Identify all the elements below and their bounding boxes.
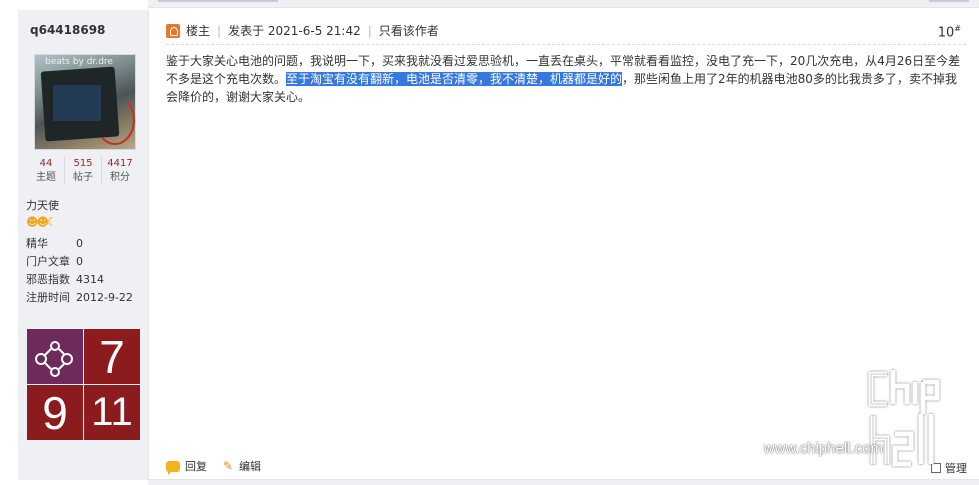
stat-topics-label: 主题 <box>36 172 56 183</box>
avatar-brand-text: beats by dr.dre <box>45 57 113 67</box>
user-rank[interactable]: 力天使 <box>26 197 59 213</box>
medal-grid: 7 9 11 <box>27 329 141 441</box>
reply-button[interactable]: 回复 <box>185 458 207 474</box>
info-row: 邪恶指数 4314 <box>26 271 146 289</box>
stat-points-count[interactable]: 4417 <box>102 157 138 171</box>
info-value: 0 <box>76 255 83 268</box>
info-value: 0 <box>76 237 83 250</box>
moon-icon: ☾ <box>47 215 58 229</box>
rank-stars: ☻☻☾ <box>26 215 58 229</box>
post-actions: 回复 ✎ 编辑 <box>166 458 261 475</box>
stat-topics-count[interactable]: 44 <box>28 157 64 171</box>
info-row: 门户文章 0 <box>26 253 146 271</box>
watermark-url: www.chiphell.com <box>763 440 883 457</box>
left-margin <box>0 0 18 485</box>
divider: | <box>367 23 372 38</box>
info-value: 2012-9-22 <box>76 291 133 304</box>
stat-posts[interactable]: 515 帖子 <box>65 157 102 185</box>
header-divider <box>166 44 966 45</box>
sun-icon: ☻ <box>36 215 49 229</box>
divider: | <box>217 23 222 38</box>
user-info: 精华 0 门户文章 0 邪恶指数 4314 注册时间 2012-9-22 <box>26 235 146 307</box>
username-link[interactable]: q64418698 <box>30 23 105 37</box>
info-key: 邪恶指数 <box>26 273 70 286</box>
stat-points-label: 积分 <box>110 172 130 183</box>
page: q64418698 beats by dr.dre 44 主题 515 帖子 4… <box>0 0 979 485</box>
floor-suffix: # <box>954 24 961 33</box>
info-key: 注册时间 <box>26 291 70 304</box>
stat-posts-label: 帖子 <box>73 172 93 183</box>
info-row: 精华 0 <box>26 235 146 253</box>
medal-connect-icon[interactable] <box>27 329 83 384</box>
medal-9[interactable]: 9 <box>27 385 83 440</box>
floor-value: 10 <box>937 25 955 41</box>
author-icon <box>166 23 180 38</box>
arrows-icon <box>35 340 73 377</box>
author-role: 楼主 <box>186 24 211 38</box>
reply-icon[interactable] <box>166 460 180 475</box>
info-row: 注册时间 2012-9-22 <box>26 289 146 307</box>
post-header: 楼主 | 发表于 2021-6-5 21:42 | 只看该作者 <box>166 22 439 39</box>
edit-button[interactable]: 编辑 <box>239 458 261 474</box>
info-key: 精华 <box>26 237 48 250</box>
user-stats: 44 主题 515 帖子 4417 积分 <box>28 157 138 185</box>
stat-points[interactable]: 4417 积分 <box>102 157 138 185</box>
info-value: 4314 <box>76 273 104 286</box>
stat-topics[interactable]: 44 主题 <box>28 157 65 185</box>
avatar-cable <box>95 95 135 145</box>
post-content: 鉴于大家关心电池的问题，我说明一下，买来我就没看过爱思验机，一直丢在桌头，平常就… <box>166 52 966 106</box>
floor-number[interactable]: 10# <box>938 24 961 40</box>
sun-icon: ☻ <box>26 215 38 229</box>
top-strip <box>148 0 979 8</box>
only-author-link[interactable]: 只看该作者 <box>379 22 439 39</box>
stat-posts-count[interactable]: 515 <box>65 157 101 171</box>
medal-11[interactable]: 11 <box>84 385 140 440</box>
selected-text: 至于淘宝有没有翻新，电池是否清零，我不清楚，机器都是好的 <box>286 72 623 86</box>
pencil-icon[interactable]: ✎ <box>223 460 235 472</box>
bottom-strip <box>148 479 979 485</box>
user-sidebar: q64418698 beats by dr.dre 44 主题 515 帖子 4… <box>18 10 149 480</box>
avatar-screen <box>53 85 101 121</box>
info-key: 门户文章 <box>26 255 70 268</box>
post-time: 发表于 2021-6-5 21:42 <box>228 24 361 38</box>
avatar[interactable]: beats by dr.dre <box>34 54 136 150</box>
medal-7[interactable]: 7 <box>84 329 140 384</box>
